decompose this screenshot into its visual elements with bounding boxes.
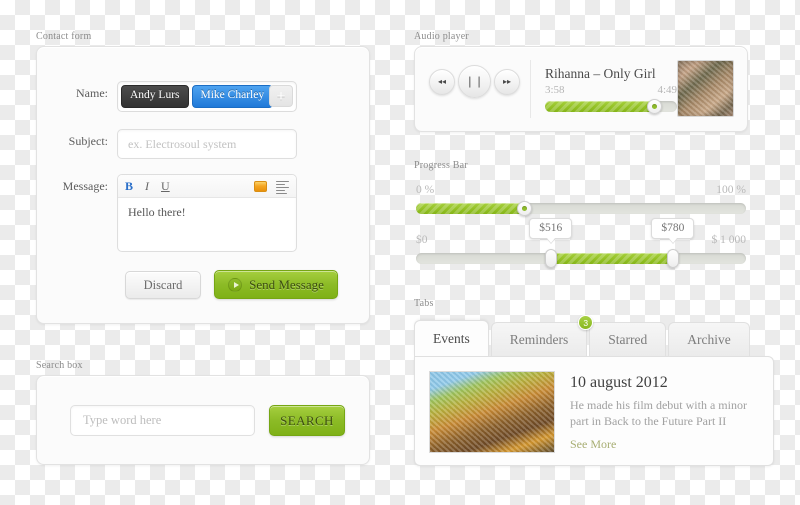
section-label-tabs: Tabs (414, 298, 434, 309)
name-tag-mike-charley[interactable]: Mike Charley (191, 85, 274, 108)
search-button[interactable]: SEARCH (269, 405, 345, 436)
album-art-thumbnail (677, 60, 734, 117)
audio-progress-track[interactable] (545, 99, 677, 114)
tab-label: Reminders (509, 331, 569, 347)
event-heading: 10 august 2012 (570, 374, 668, 391)
subject-input[interactable] (117, 129, 297, 159)
tab-label: Starred (608, 331, 648, 347)
send-play-icon (228, 277, 243, 292)
forward-icon[interactable]: ▸▸ (494, 68, 520, 95)
audio-track-title: Rihanna – Only Girl (545, 66, 656, 81)
underline-icon[interactable]: U (161, 180, 170, 192)
add-name-button[interactable]: + (269, 85, 293, 107)
event-thumbnail (429, 371, 555, 453)
name-label: Name: (76, 86, 108, 100)
discard-button[interactable]: Discard (125, 271, 201, 299)
range-slider-handle-high[interactable] (667, 249, 680, 268)
editor-toolbar: B I U (118, 175, 296, 198)
range-slider-fill (551, 253, 674, 264)
form-row-name: Name: Andy Lurs Mike Charley + (51, 81, 297, 112)
section-label-contact-form: Contact form (36, 31, 92, 42)
range-slider-handle-low[interactable] (545, 249, 558, 268)
tab-events[interactable]: Events (414, 320, 489, 356)
align-list-icon[interactable] (276, 180, 289, 194)
section-label-search-box: Search box (36, 360, 83, 371)
section-label-progress-bar: Progress Bar (414, 160, 468, 171)
audio-progress-fill (545, 101, 655, 112)
tab-label: Archive (687, 331, 731, 347)
send-message-label: Send Message (249, 277, 324, 292)
send-message-button[interactable]: Send Message (214, 270, 338, 299)
name-tag-andy-lurs[interactable]: Andy Lurs (121, 85, 189, 108)
message-label: Message: (62, 179, 108, 193)
section-label-audio-player: Audio player (414, 31, 469, 42)
bold-icon[interactable]: B (125, 180, 133, 192)
single-slider-max-label: 100 % (716, 184, 746, 196)
range-high-tooltip: $780 (651, 218, 695, 244)
audio-total-time: 4:49 (657, 84, 677, 96)
name-input-tags[interactable]: Andy Lurs Mike Charley + (117, 81, 297, 112)
form-row-subject: Subject: (51, 129, 297, 159)
tab-panel-events: 10 august 2012 He made his film debut wi… (414, 356, 774, 466)
audio-current-time: 3:58 (545, 84, 565, 96)
tab-archive[interactable]: Archive (668, 322, 750, 356)
range-slider-track[interactable] (416, 249, 746, 268)
rewind-icon[interactable]: ◂◂ (429, 68, 455, 95)
range-slider-min-label: $0 (416, 234, 428, 246)
event-description: He made his film debut with a minor part… (570, 398, 747, 428)
tab-reminders[interactable]: Reminders 3 (490, 315, 594, 356)
audio-divider (530, 60, 531, 118)
search-box-panel: SEARCH (36, 375, 370, 465)
message-editor[interactable]: B I U Hello there! (117, 174, 297, 252)
single-slider-track[interactable] (416, 201, 746, 216)
form-row-message: Message: B I U Hello there! (51, 174, 297, 252)
subject-label: Subject: (68, 134, 108, 148)
tab-label: Events (433, 330, 470, 346)
tab-starred[interactable]: Starred (589, 322, 667, 356)
audio-player-panel: ◂◂ ❘❘ ▸▸ Rihanna – Only Girl 3:58 4:49 (414, 46, 748, 132)
range-slider-max-label: $ 1 000 (711, 234, 747, 246)
tab-strip: Events Reminders 3 Starred Archive (414, 315, 752, 356)
text-color-swatch-icon[interactable] (254, 180, 267, 192)
see-more-link[interactable]: See More (570, 437, 616, 452)
single-slider-min-label: 0 % (416, 184, 435, 196)
range-low-tooltip: $516 (529, 218, 573, 244)
audio-transport-controls: ◂◂ ❘❘ ▸▸ (429, 65, 520, 98)
single-slider-handle[interactable] (517, 201, 533, 216)
audio-progress-handle[interactable] (647, 99, 663, 114)
italic-icon[interactable]: I (145, 180, 149, 192)
contact-form-panel: Name: Andy Lurs Mike Charley + Subject: … (36, 46, 370, 324)
single-slider-fill (416, 203, 525, 214)
message-textarea[interactable]: Hello there! (118, 198, 296, 251)
search-input[interactable] (70, 405, 255, 436)
pause-icon[interactable]: ❘❘ (458, 65, 491, 98)
